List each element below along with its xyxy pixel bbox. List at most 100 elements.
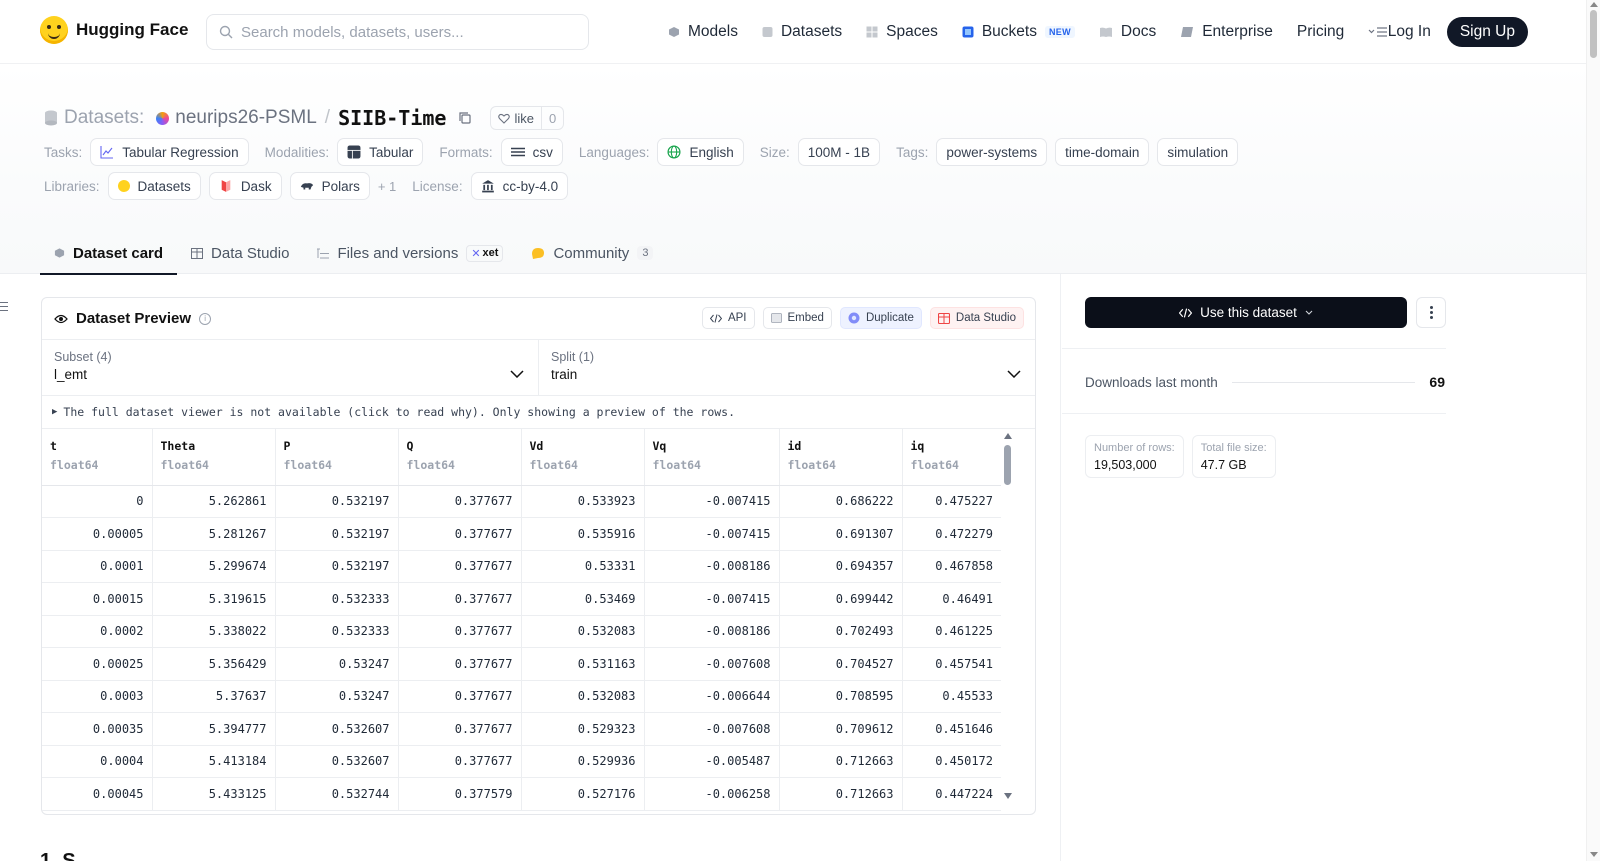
data-studio-button[interactable]: Data Studio: [929, 307, 1024, 329]
nav-spaces[interactable]: Spaces: [866, 23, 938, 41]
table-row[interactable]: 0.00005 5.281267 0.532197 0.377677 0.535916-…: [42, 517, 1001, 551]
table-row[interactable]: 0.00035 5.394777 0.532607 0.377677 0.529323-…: [42, 712, 1001, 746]
table-cell: 0.45533: [902, 680, 1001, 713]
table-cell: 0.708595: [779, 680, 903, 713]
copy-icon[interactable]: [458, 111, 472, 125]
more-libraries[interactable]: + 1: [378, 179, 396, 194]
scroll-down-icon[interactable]: [1590, 852, 1598, 857]
table-row[interactable]: 0.0002 5.338022 0.532333 0.377677 0.532083 -0…: [42, 615, 1001, 648]
table-row[interactable]: 0.00025 5.356429 0.53247 0.377677 0.531163 -0…: [42, 647, 1001, 681]
login-link[interactable]: Log In: [1388, 23, 1431, 41]
dataset-name[interactable]: SIIB-Time: [338, 106, 446, 130]
tag-lib-polars[interactable]: Polars: [289, 172, 370, 200]
api-button[interactable]: API: [701, 307, 755, 329]
owner-link[interactable]: neurips26-PSML: [175, 107, 317, 129]
table-cell: 0.0001: [42, 550, 153, 583]
nav-pricing[interactable]: Pricing: [1297, 23, 1344, 41]
tag-lib-dask[interactable]: Dask: [208, 172, 282, 200]
table-cell: 0.702493: [779, 615, 903, 648]
embed-label: Embed: [787, 312, 824, 324]
table-cell: -0.007608: [644, 712, 780, 746]
nav-more-menu[interactable]: [1368, 26, 1388, 38]
nav-enterprise[interactable]: Enterprise: [1180, 23, 1273, 41]
column-header[interactable]: Vd float64: [521, 429, 645, 486]
license-label: License:: [412, 178, 463, 194]
column-header[interactable]: Pfloat64: [275, 429, 399, 486]
xet-badge: ✕ xet: [466, 244, 504, 262]
nav-models[interactable]: Models: [668, 23, 738, 41]
scroll-up-icon[interactable]: [1590, 2, 1598, 7]
column-type: float64: [910, 458, 959, 472]
tag-time-domain[interactable]: time-domain: [1055, 138, 1150, 166]
tag-simulation[interactable]: simulation: [1157, 138, 1239, 166]
rows-label: Number of rows:: [1094, 442, 1175, 454]
table-scrollbar[interactable]: [1002, 429, 1014, 805]
table-cell: 0.532197: [275, 517, 399, 551]
toc-toggle[interactable]: [0, 302, 10, 314]
tab-dataset-card[interactable]: Dataset card: [40, 232, 178, 275]
column-header[interactable]: Vq float64: [644, 429, 780, 486]
column-type: float64: [283, 458, 332, 472]
more-menu-icon: [1368, 27, 1388, 37]
search-input[interactable]: [241, 23, 561, 41]
like-button[interactable]: like 0: [490, 106, 565, 130]
table-cell: -0.008186: [644, 615, 780, 648]
dataset-icon: [45, 110, 57, 126]
chevron-down-icon: [1305, 310, 1313, 315]
use-dataset-button[interactable]: Use this dataset: [1085, 297, 1407, 328]
scroll-thumb[interactable]: [1004, 445, 1011, 485]
embed-button[interactable]: Embed: [762, 307, 832, 329]
nav-datasets[interactable]: Datasets: [762, 23, 842, 41]
table-cell: 0.529936: [521, 745, 645, 778]
column-header[interactable]: Theta float64: [152, 429, 276, 486]
brand-logo[interactable]: Hugging Face: [40, 16, 188, 44]
table-row[interactable]: 0 5.262861 0.532197 0.377677 0.533923 -0.0074…: [42, 485, 1001, 518]
tag-label: power-systems: [946, 144, 1038, 160]
split-label: Split (1): [551, 350, 595, 364]
table-cell: 0.527176: [521, 777, 645, 811]
table-row[interactable]: 0.0004 5.413184 0.532607 0.377677 0.529936 -0…: [42, 745, 1001, 778]
owner-avatar[interactable]: [156, 111, 170, 125]
signup-button[interactable]: Sign Up: [1446, 17, 1528, 47]
column-header[interactable]: iq float64: [902, 429, 1001, 486]
table-cell: 5.338022: [152, 615, 276, 648]
tag-lib-datasets[interactable]: Datasets: [107, 172, 201, 200]
info-icon[interactable]: i: [199, 312, 212, 325]
table-cell: 0.0002: [42, 615, 153, 648]
like-count: 0: [540, 107, 563, 129]
tag-license[interactable]: cc-by-4.0: [470, 172, 569, 200]
scroll-down-icon[interactable]: [1004, 793, 1012, 799]
table-cell: 5.433125: [152, 777, 276, 811]
more-options-button[interactable]: [1416, 297, 1446, 328]
tag-csv[interactable]: csv: [500, 138, 563, 166]
tab-community[interactable]: Community 3: [517, 232, 667, 274]
nav-docs[interactable]: Docs: [1099, 23, 1156, 41]
table-cell: 0.377677: [398, 550, 522, 583]
table-row[interactable]: 0.0001 5.299674 0.532197 0.377677 0.53331 -0.…: [42, 550, 1001, 583]
search-box[interactable]: [206, 14, 589, 50]
tag-english[interactable]: English: [657, 138, 744, 166]
subset-select[interactable]: Subset (4) l_emt: [42, 340, 538, 395]
page-scrollbar[interactable]: [1586, 0, 1600, 861]
tag-power-systems[interactable]: power-systems: [936, 138, 1048, 166]
page-scroll-thumb[interactable]: [1590, 10, 1597, 58]
column-header[interactable]: t float64: [42, 429, 153, 486]
table-row[interactable]: 0.00015 5.319615 0.532333 0.377677 0.53469 -0…: [42, 582, 1001, 616]
table-cell: 0.00025: [42, 647, 153, 681]
viewer-notice[interactable]: ▶ The full dataset viewer is not availab…: [42, 396, 1035, 429]
column-header[interactable]: id float64: [779, 429, 903, 486]
tag-size[interactable]: 100M - 1B: [797, 138, 881, 166]
split-select[interactable]: Split (1) train: [538, 340, 1035, 395]
nav-spaces-label: Spaces: [886, 23, 938, 40]
tag-tabular[interactable]: Tabular: [337, 138, 424, 166]
duplicate-button[interactable]: Duplicate: [839, 307, 922, 329]
tag-tabular-regression[interactable]: Tabular Regression: [90, 138, 249, 166]
tab-data-studio[interactable]: Data Studio: [177, 232, 303, 274]
column-header[interactable]: Qfloat64: [398, 429, 522, 486]
table-cell: 0.712663: [779, 745, 903, 778]
scroll-up-icon[interactable]: [1004, 433, 1012, 439]
table-row[interactable]: 0.0003 5.37637 0.53247 0.377677 0.532083 -0.0…: [42, 680, 1001, 713]
nav-buckets[interactable]: Buckets NEW: [962, 23, 1075, 41]
table-row[interactable]: 0.00045 5.433125 0.532744 0.377579 0.527176-…: [42, 777, 1001, 811]
tab-files-versions[interactable]: Files and versions ✕ xet: [303, 232, 517, 274]
